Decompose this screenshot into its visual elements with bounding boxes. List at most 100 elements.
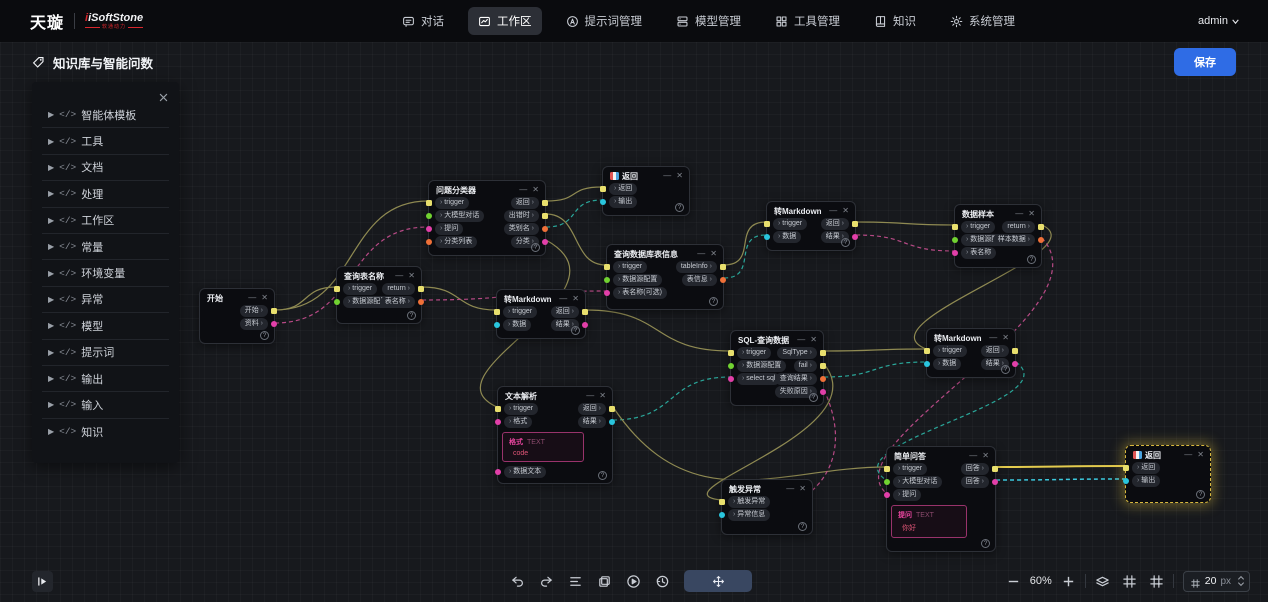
- port-dot-cyan[interactable]: [609, 419, 615, 425]
- edge[interactable]: [613, 377, 730, 420]
- close-icon[interactable]: [158, 90, 169, 108]
- input-port[interactable]: › 输出: [600, 197, 637, 207]
- node-minimize-icon[interactable]: —: [586, 392, 594, 400]
- port-dot-magenta[interactable]: [728, 376, 734, 382]
- output-port[interactable]: 返回 ›: [981, 346, 1018, 356]
- node-minimize-icon[interactable]: —: [797, 336, 805, 344]
- redo-button[interactable]: [539, 574, 554, 589]
- nav-item-system[interactable]: 系统管理: [940, 7, 1025, 35]
- edge[interactable]: [546, 200, 602, 227]
- node-close-icon[interactable]: ✕: [710, 250, 717, 258]
- node-close-icon[interactable]: ✕: [676, 172, 683, 180]
- node-minimize-icon[interactable]: —: [519, 186, 527, 194]
- node-to-markdown-right[interactable]: 转Markdown—✕› trigger› 数据返回 ›结果 ›?: [926, 328, 1016, 378]
- port-dot-green[interactable]: [604, 277, 610, 283]
- input-port[interactable]: › select sql: [728, 374, 780, 384]
- node-minimize-icon[interactable]: —: [1015, 210, 1023, 218]
- output-port[interactable]: 开始 ›: [240, 306, 277, 316]
- palette-item[interactable]: ▶</>文档: [42, 155, 169, 181]
- node-help-icon[interactable]: ?: [260, 331, 269, 340]
- port-dot-cyan[interactable]: [494, 322, 500, 328]
- edge[interactable]: [586, 310, 730, 351]
- node-to-markdown-mid[interactable]: 转Markdown—✕› trigger› 数据返回 ›结果 ›?: [496, 289, 586, 339]
- nav-item-model[interactable]: 模型管理: [666, 7, 751, 35]
- output-port[interactable]: 查询结果 ›: [775, 374, 826, 384]
- node-simple-qa[interactable]: 简单问答—✕› trigger› 大模型对话› 提问提问TEXT你好回答 ›回答…: [886, 446, 996, 552]
- port-dot-magenta[interactable]: [542, 239, 548, 245]
- input-port[interactable]: › trigger: [426, 198, 469, 208]
- node-text-parse[interactable]: 文本解析—✕› trigger› 格式格式TEXTcode› 数据文本返回 ›结…: [497, 386, 613, 484]
- output-port[interactable]: 出错时 ›: [504, 211, 548, 221]
- port-dot-cyan[interactable]: [1123, 478, 1129, 484]
- edge[interactable]: [275, 287, 336, 310]
- node-minimize-icon[interactable]: —: [395, 272, 403, 280]
- edge[interactable]: [996, 466, 1125, 467]
- port-dot-orange[interactable]: [820, 376, 826, 382]
- output-port[interactable]: 返回 ›: [551, 307, 588, 317]
- input-port[interactable]: › 输出: [1123, 476, 1160, 486]
- node-help-icon[interactable]: ?: [571, 326, 580, 335]
- port-dot-magenta[interactable]: [884, 492, 890, 498]
- output-port[interactable]: 失败原因 ›: [775, 387, 826, 397]
- play-button[interactable]: [626, 574, 641, 589]
- input-port[interactable]: › trigger: [334, 284, 377, 294]
- node-close-icon[interactable]: ✕: [1197, 451, 1204, 459]
- port-dot-yellow[interactable]: [582, 309, 588, 315]
- palette-item[interactable]: ▶</>常量: [42, 234, 169, 260]
- move-tool-button[interactable]: [684, 570, 752, 592]
- node-help-icon[interactable]: ?: [531, 243, 540, 252]
- input-port[interactable]: › 大模型对话: [884, 477, 942, 487]
- edge[interactable]: [996, 479, 1125, 480]
- output-port[interactable]: 回答 ›: [961, 464, 998, 474]
- port-dot-yellow[interactable]: [600, 186, 606, 192]
- node-help-icon[interactable]: ?: [1001, 365, 1010, 374]
- node-to-markdown-top[interactable]: 转Markdown—✕› trigger› 数据返回 ›结果 ›?: [766, 201, 856, 251]
- node-minimize-icon[interactable]: —: [786, 485, 794, 493]
- port-dot-magenta[interactable]: [495, 419, 501, 425]
- input-port[interactable]: › 提问: [426, 224, 463, 234]
- node-minimize-icon[interactable]: —: [663, 172, 671, 180]
- node-help-icon[interactable]: ?: [981, 539, 990, 548]
- palette-item[interactable]: ▶</>异常: [42, 287, 169, 313]
- palette-item[interactable]: ▶</>环境变量: [42, 260, 169, 286]
- node-help-icon[interactable]: ?: [598, 471, 607, 480]
- port-dot-yellow[interactable]: [1012, 348, 1018, 354]
- input-port[interactable]: › 数据文本: [495, 467, 546, 477]
- node-help-icon[interactable]: ?: [407, 311, 416, 320]
- output-port[interactable]: 返回 ›: [511, 198, 548, 208]
- node-return-selected[interactable]: 返回—✕› 返回› 输出?: [1125, 445, 1211, 503]
- edge[interactable]: [824, 349, 926, 351]
- undo-button[interactable]: [510, 574, 525, 589]
- port-dot-orange[interactable]: [542, 226, 548, 232]
- port-dot-orange[interactable]: [426, 239, 432, 245]
- port-dot-cyan[interactable]: [600, 199, 606, 205]
- palette-item[interactable]: ▶</>知识: [42, 419, 169, 445]
- node-query-table-name[interactable]: 查询表名称—✕› trigger› 数据源配置return ›表名称 ›?: [336, 266, 422, 324]
- node-minimize-icon[interactable]: —: [1184, 451, 1192, 459]
- input-port[interactable]: › 数据: [494, 320, 531, 330]
- node-help-icon[interactable]: ?: [809, 393, 818, 402]
- port-dot-yellow[interactable]: [852, 221, 858, 227]
- port-dot-magenta[interactable]: [271, 321, 277, 327]
- output-port[interactable]: return ›: [382, 284, 424, 294]
- input-port[interactable]: › 触发异常: [719, 497, 770, 507]
- node-close-icon[interactable]: ✕: [982, 452, 989, 460]
- palette-item[interactable]: ▶</>输出: [42, 366, 169, 392]
- port-dot-yellow[interactable]: [426, 200, 432, 206]
- output-port[interactable]: SqlType ›: [777, 348, 826, 358]
- grid-size-value[interactable]: 20: [1205, 575, 1217, 587]
- output-port[interactable]: 表名称 ›: [380, 297, 424, 307]
- node-value-box[interactable]: 格式TEXTcode: [502, 432, 584, 462]
- output-port[interactable]: tableInfo ›: [676, 262, 726, 272]
- port-dot-yellow[interactable]: [820, 363, 826, 369]
- workflow-canvas[interactable]: 开始—✕开始 ›资料 ›?查询表名称—✕› trigger› 数据源配置retu…: [0, 42, 1268, 602]
- grid-button[interactable]: [1122, 574, 1137, 589]
- port-dot-yellow[interactable]: [992, 466, 998, 472]
- palette-item[interactable]: ▶</>模型: [42, 313, 169, 339]
- output-port[interactable]: 表信息 ›: [682, 275, 726, 285]
- node-close-icon[interactable]: ✕: [408, 272, 415, 280]
- run-panel-button[interactable]: [32, 571, 53, 592]
- node-minimize-icon[interactable]: —: [248, 294, 256, 302]
- input-port[interactable]: › 格式: [495, 417, 532, 427]
- input-port[interactable]: › 异常信息: [719, 510, 770, 520]
